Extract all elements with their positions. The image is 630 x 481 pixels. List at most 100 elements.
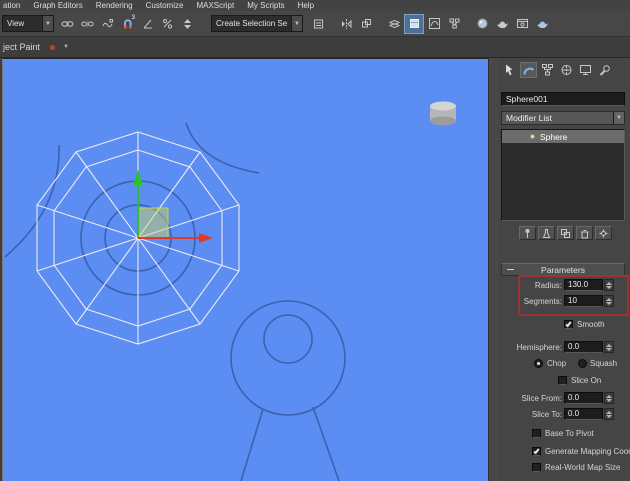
slice-on-label: Slice On bbox=[571, 376, 602, 385]
tab-display[interactable] bbox=[577, 62, 594, 78]
chevron-down-icon: ▼ bbox=[42, 16, 53, 31]
align-button[interactable] bbox=[356, 14, 376, 34]
slice-to-label: Slice To: bbox=[531, 410, 562, 419]
menu-item-maxscript[interactable]: MAXScript bbox=[196, 1, 234, 10]
configure-modifier-sets-icon bbox=[599, 229, 608, 237]
schematic-view-button[interactable] bbox=[444, 14, 464, 34]
gizmo-plane-handle bbox=[137, 207, 169, 239]
slice-from-field[interactable]: 0.0 bbox=[564, 392, 603, 404]
modifier-list-label: Modifier List bbox=[506, 113, 552, 123]
select-and-link-button[interactable] bbox=[57, 14, 77, 34]
material-editor-button[interactable] bbox=[472, 14, 492, 34]
render-production-button[interactable] bbox=[532, 14, 552, 34]
tab-hierarchy[interactable] bbox=[539, 62, 556, 78]
smooth-label: Smooth bbox=[577, 320, 605, 329]
collapse-icon bbox=[507, 269, 514, 270]
slice-from-row: Slice From: 0.0 bbox=[498, 392, 630, 405]
hierarchy-tab-icon bbox=[542, 64, 553, 76]
spinner-snap-icon bbox=[183, 19, 191, 29]
rendered-frame-window-button[interactable] bbox=[512, 14, 532, 34]
generate-mapping-label: Generate Mapping Coord bbox=[545, 447, 630, 456]
chevron-down-icon[interactable]: ▼ bbox=[63, 44, 69, 50]
menu-item-customize[interactable]: Customize bbox=[146, 1, 184, 10]
slice-from-spinner[interactable] bbox=[604, 392, 614, 404]
modify-tab-icon bbox=[523, 67, 535, 75]
chevron-down-icon: ▼ bbox=[613, 112, 624, 124]
tab-utilities[interactable] bbox=[596, 62, 613, 78]
modifier-stack[interactable]: Sphere bbox=[501, 129, 625, 221]
unlink-selection-button[interactable] bbox=[77, 14, 97, 34]
render-setup-icon bbox=[496, 21, 508, 29]
squash-radio[interactable] bbox=[578, 359, 587, 368]
pin-stack-button[interactable] bbox=[519, 226, 536, 240]
ribbon-tab-object-paint[interactable]: ject Paint bbox=[3, 42, 40, 52]
named-selection-set-dropdown[interactable]: Create Selection Se ▼ bbox=[211, 15, 303, 32]
radius-field[interactable]: 130.0 bbox=[564, 279, 603, 291]
3dsmax-window: ation Graph Editors Rendering Customize … bbox=[0, 0, 630, 481]
menu-item-rendering[interactable]: Rendering bbox=[96, 1, 133, 10]
command-panel-tabs bbox=[501, 62, 613, 78]
base-to-pivot-checkbox[interactable] bbox=[532, 429, 541, 438]
hemisphere-spinner[interactable] bbox=[604, 341, 614, 353]
scene-object-cylinder[interactable] bbox=[430, 101, 456, 126]
stack-item-sphere[interactable]: Sphere bbox=[502, 130, 624, 143]
smooth-checkbox[interactable] bbox=[564, 320, 573, 329]
chop-radio[interactable] bbox=[534, 359, 543, 368]
named-selection-set-value: Create Selection Se bbox=[216, 19, 288, 28]
pin-stack-icon bbox=[525, 228, 530, 238]
chevron-down-icon: ▼ bbox=[291, 16, 302, 31]
show-end-result-button[interactable] bbox=[538, 226, 555, 240]
snap-toggle-3d-button[interactable]: 3 bbox=[117, 14, 137, 34]
gizmo-x-arrowhead bbox=[199, 233, 213, 243]
remove-modifier-icon bbox=[581, 229, 589, 238]
hemisphere-mode-row: Chop Squash bbox=[498, 357, 630, 370]
real-world-map-checkbox[interactable] bbox=[532, 463, 541, 472]
render-setup-button[interactable] bbox=[492, 14, 512, 34]
menu-item-graph-editors[interactable]: Graph Editors bbox=[33, 1, 82, 10]
angle-snap-button[interactable] bbox=[137, 14, 157, 34]
spinner-snap-button[interactable] bbox=[177, 14, 197, 34]
material-editor-icon bbox=[477, 18, 487, 29]
reference-coordinate-dropdown[interactable]: View ▼ bbox=[2, 15, 54, 32]
radius-spinner[interactable] bbox=[604, 279, 614, 291]
generate-mapping-checkbox[interactable] bbox=[532, 447, 541, 456]
mirror-button[interactable] bbox=[336, 14, 356, 34]
generate-mapping-row: Generate Mapping Coord bbox=[498, 445, 630, 458]
menu-item-animation[interactable]: ation bbox=[3, 1, 20, 10]
perspective-viewport[interactable] bbox=[2, 58, 488, 481]
display-tab-icon bbox=[580, 65, 591, 75]
graphite-ribbon-toggle-button[interactable] bbox=[404, 13, 424, 34]
tab-modify[interactable] bbox=[520, 62, 537, 78]
tab-create[interactable] bbox=[501, 62, 518, 78]
create-tab-icon bbox=[506, 64, 513, 76]
unlink-selection-icon bbox=[80, 20, 94, 28]
angle-snap-icon bbox=[143, 19, 152, 29]
curve-editor-button[interactable] bbox=[424, 14, 444, 34]
modifier-list-dropdown[interactable]: Modifier List ▼ bbox=[501, 111, 625, 125]
slice-to-spinner[interactable] bbox=[604, 408, 614, 420]
bind-to-space-warp-button[interactable] bbox=[97, 14, 117, 34]
percent-snap-button[interactable] bbox=[157, 14, 177, 34]
edit-named-selection-sets-button[interactable] bbox=[308, 14, 328, 34]
make-unique-button[interactable] bbox=[557, 226, 574, 240]
parameters-rollout-header[interactable]: Parameters bbox=[501, 263, 625, 276]
configure-modifier-sets-button[interactable] bbox=[595, 226, 612, 240]
segments-field[interactable]: 10 bbox=[564, 295, 603, 307]
modifier-on-icon bbox=[530, 134, 535, 139]
layer-manager-button[interactable] bbox=[384, 14, 404, 34]
main-toolbar: View ▼ 3 Create Selection Se ▼ bbox=[0, 11, 630, 37]
menu-item-my-scripts[interactable]: My Scripts bbox=[247, 1, 284, 10]
smooth-row: Smooth bbox=[498, 318, 630, 331]
segments-label: Segments: bbox=[523, 297, 562, 306]
object-name-field[interactable]: Sphere001 bbox=[501, 92, 625, 106]
slice-on-checkbox[interactable] bbox=[558, 376, 567, 385]
segments-spinner[interactable] bbox=[604, 295, 614, 307]
curve-editor-icon bbox=[428, 18, 440, 29]
panel-divider[interactable] bbox=[488, 58, 498, 481]
hemisphere-field[interactable]: 0.0 bbox=[564, 341, 603, 353]
hemisphere-row: Hemisphere: 0.0 bbox=[498, 341, 630, 354]
menu-item-help[interactable]: Help bbox=[298, 1, 314, 10]
slice-to-field[interactable]: 0.0 bbox=[564, 408, 603, 420]
tab-motion[interactable] bbox=[558, 62, 575, 78]
remove-modifier-button[interactable] bbox=[576, 226, 593, 240]
